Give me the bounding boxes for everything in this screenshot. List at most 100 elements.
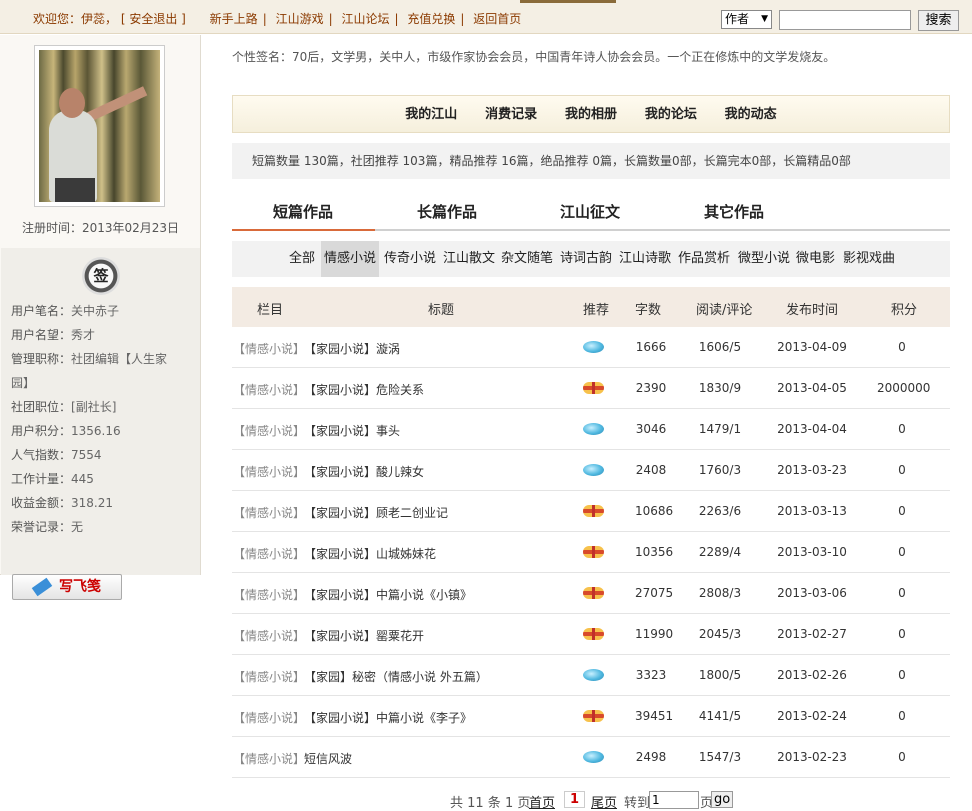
header-title: 标题 xyxy=(428,303,455,318)
table-row[interactable]: 【情感小说】 【家园小说】危险关系 2390 1830/9 2013-04-05 2000… xyxy=(232,368,950,409)
category-poetry[interactable]: 江山诗歌 xyxy=(616,241,674,277)
profile-field-value: 社团编辑【人生家 xyxy=(71,352,168,366)
row-title-link[interactable]: 【家园小说】山城姊妹花 xyxy=(304,545,436,562)
profile-field-value: 秀才 xyxy=(71,328,96,342)
row-category[interactable]: 【情感小说】 xyxy=(233,504,305,521)
table-row[interactable]: 【情感小说】 【家园小说】罂粟花开 11990 2045/3 2013-02-27 0 xyxy=(232,614,950,655)
profile-field-value: [副社长] xyxy=(71,400,117,414)
table-row[interactable]: 【情感小说】 【家园小说】中篇小说《小镇》 27075 2808/3 2013-03-0… xyxy=(232,573,950,614)
row-words: 3323 xyxy=(635,668,667,682)
nav-link-recharge[interactable]: 充值兑换 xyxy=(407,10,455,27)
category-appreciation[interactable]: 作品赏析 xyxy=(675,241,733,277)
row-category[interactable]: 【情感小说】 xyxy=(233,340,305,357)
row-date: 2013-04-05 xyxy=(777,381,847,395)
category-romance[interactable]: 情感小说 xyxy=(321,241,380,277)
sign-badge-icon[interactable]: 签 xyxy=(82,257,120,295)
menu-album[interactable]: 我的相册 xyxy=(565,97,617,133)
row-score: 0 xyxy=(898,668,906,682)
nav-link-home[interactable]: 返回首页 xyxy=(473,10,521,27)
profile-field-label: 社团职位： xyxy=(11,400,72,414)
row-title-link[interactable]: 【家园小说】罂粟花开 xyxy=(304,627,424,644)
profile-field-label: 用户名望： xyxy=(11,328,72,342)
avatar xyxy=(39,50,160,202)
category-micro-film[interactable]: 微电影 xyxy=(793,241,838,277)
table-row[interactable]: 【情感小说】 【家园】秘密（情感小说 外五篇） 3323 1800/5 2013-02-… xyxy=(232,655,950,696)
profile-field-label: 用户积分： xyxy=(11,424,72,438)
menu-forum[interactable]: 我的论坛 xyxy=(645,97,697,133)
search-input[interactable] xyxy=(779,10,911,30)
recommend-scroll-icon xyxy=(583,710,604,722)
top-highlight xyxy=(520,0,616,3)
tab-other-works[interactable]: 其它作品 xyxy=(704,201,764,222)
row-category[interactable]: 【情感小说】 xyxy=(233,627,305,644)
row-date: 2013-03-10 xyxy=(777,545,847,559)
category-poetry-classic[interactable]: 诗词古韵 xyxy=(557,241,615,277)
row-title-link[interactable]: 【家园小说】酸儿辣女 xyxy=(304,463,424,480)
header-reads: 阅读/评论 xyxy=(696,303,753,318)
table-row[interactable]: 【情感小说】 【家园小说】漩涡 1666 1606/5 2013-04-09 0 xyxy=(232,327,950,368)
row-title-link[interactable]: 短信风波 xyxy=(304,750,352,767)
nav-link-forum[interactable]: 江山论坛 xyxy=(341,10,389,27)
profile-field: 工作计量：445 xyxy=(11,467,94,491)
table-row[interactable]: 【情感小说】 【家园小说】中篇小说《李子》 39451 4141/5 2013-02-2… xyxy=(232,696,950,737)
tab-short-works[interactable]: 短篇作品 xyxy=(273,201,333,222)
row-score: 0 xyxy=(898,545,906,559)
nav-link-newbie[interactable]: 新手上路 xyxy=(210,10,258,27)
row-category[interactable]: 【情感小说】 xyxy=(233,750,305,767)
row-words: 11990 xyxy=(635,627,674,641)
row-reads: 2045/3 xyxy=(698,627,742,641)
header-recommend: 推荐 xyxy=(583,303,610,318)
category-legend[interactable]: 传奇小说 xyxy=(381,241,439,277)
row-category[interactable]: 【情感小说】 xyxy=(233,422,305,439)
row-title-link[interactable]: 【家园小说】漩涡 xyxy=(304,340,400,357)
table-row[interactable]: 【情感小说】 短信风波 2498 1547/3 2013-02-23 0 xyxy=(232,737,950,778)
category-essay[interactable]: 杂文随笔 xyxy=(498,241,556,277)
row-title-link[interactable]: 【家园小说】中篇小说《小镇》 xyxy=(304,586,472,603)
search-type-select[interactable]: 作者 ▼ xyxy=(721,10,772,29)
menu-my-jiangshan[interactable]: 我的江山 xyxy=(405,97,457,133)
pen-icon xyxy=(31,577,53,597)
menu-activity[interactable]: 我的动态 xyxy=(725,97,777,133)
row-title-link[interactable]: 【家园小说】危险关系 xyxy=(304,381,424,398)
profile-field-label: 收益金额： xyxy=(11,496,72,510)
row-category[interactable]: 【情感小说】 xyxy=(233,586,305,603)
row-category[interactable]: 【情感小说】 xyxy=(233,463,305,480)
table-row[interactable]: 【情感小说】 【家园小说】事头 3046 1479/1 2013-04-04 0 xyxy=(232,409,950,450)
search-button[interactable]: 搜索 xyxy=(918,10,959,31)
pager-summary: 共 11 条 1 页 xyxy=(450,796,531,811)
sidebar: 注册时间：2013年02月23日 签 用户笔名：关中赤子 用户名望：秀才 管理职称：… xyxy=(0,35,201,600)
tab-contest[interactable]: 江山征文 xyxy=(560,201,620,222)
row-title-link[interactable]: 【家园小说】事头 xyxy=(304,422,400,439)
pager-current[interactable]: 1 xyxy=(564,791,586,808)
row-category[interactable]: 【情感小说】 xyxy=(233,709,305,726)
logout-link[interactable]: [ 安全退出 ] xyxy=(121,10,186,27)
row-date: 2013-02-24 xyxy=(777,709,847,723)
row-category[interactable]: 【情感小说】 xyxy=(233,668,305,685)
table-row[interactable]: 【情感小说】 【家园小说】山城姊妹花 10356 2289/4 2013-03-10 0 xyxy=(232,532,950,573)
row-category[interactable]: 【情感小说】 xyxy=(233,381,305,398)
profile-field: 荣誉记录：无 xyxy=(11,515,83,539)
row-title-link[interactable]: 【家园小说】中篇小说《李子》 xyxy=(304,709,472,726)
table-row[interactable]: 【情感小说】 【家园小说】顾老二创业记 10686 2263/6 2013-03-13 0 xyxy=(232,491,950,532)
row-title-link[interactable]: 【家园】秘密（情感小说 外五篇） xyxy=(304,668,488,685)
row-score: 0 xyxy=(898,422,906,436)
category-prose[interactable]: 江山散文 xyxy=(440,241,498,277)
row-title-link[interactable]: 【家园小说】顾老二创业记 xyxy=(304,504,448,521)
category-all[interactable]: 全部 xyxy=(286,241,318,277)
pager-last[interactable]: 尾页 xyxy=(591,792,617,811)
row-category[interactable]: 【情感小说】 xyxy=(233,545,305,562)
table-row[interactable]: 【情感小说】 【家园小说】酸儿辣女 2408 1760/3 2013-03-23 0 xyxy=(232,450,950,491)
profile-field: 用户名望：秀才 xyxy=(11,323,95,347)
profile-field-value: 318.21 xyxy=(71,496,114,510)
pager-goto-input[interactable]: 1 xyxy=(649,791,699,809)
category-film-drama[interactable]: 影视戏曲 xyxy=(840,241,898,277)
pager-first[interactable]: 首页 xyxy=(529,792,555,811)
nav-link-games[interactable]: 江山游戏 xyxy=(276,10,324,27)
profile-field-label: 荣誉记录： xyxy=(11,520,72,534)
category-micro-fiction[interactable]: 微型小说 xyxy=(735,241,793,277)
tab-long-works[interactable]: 长篇作品 xyxy=(417,201,477,222)
menu-consumption[interactable]: 消费记录 xyxy=(485,97,537,133)
pager-go-button[interactable]: go xyxy=(711,791,734,808)
write-note-button[interactable]: 写飞笺 xyxy=(12,574,122,600)
row-score: 0 xyxy=(898,504,906,518)
